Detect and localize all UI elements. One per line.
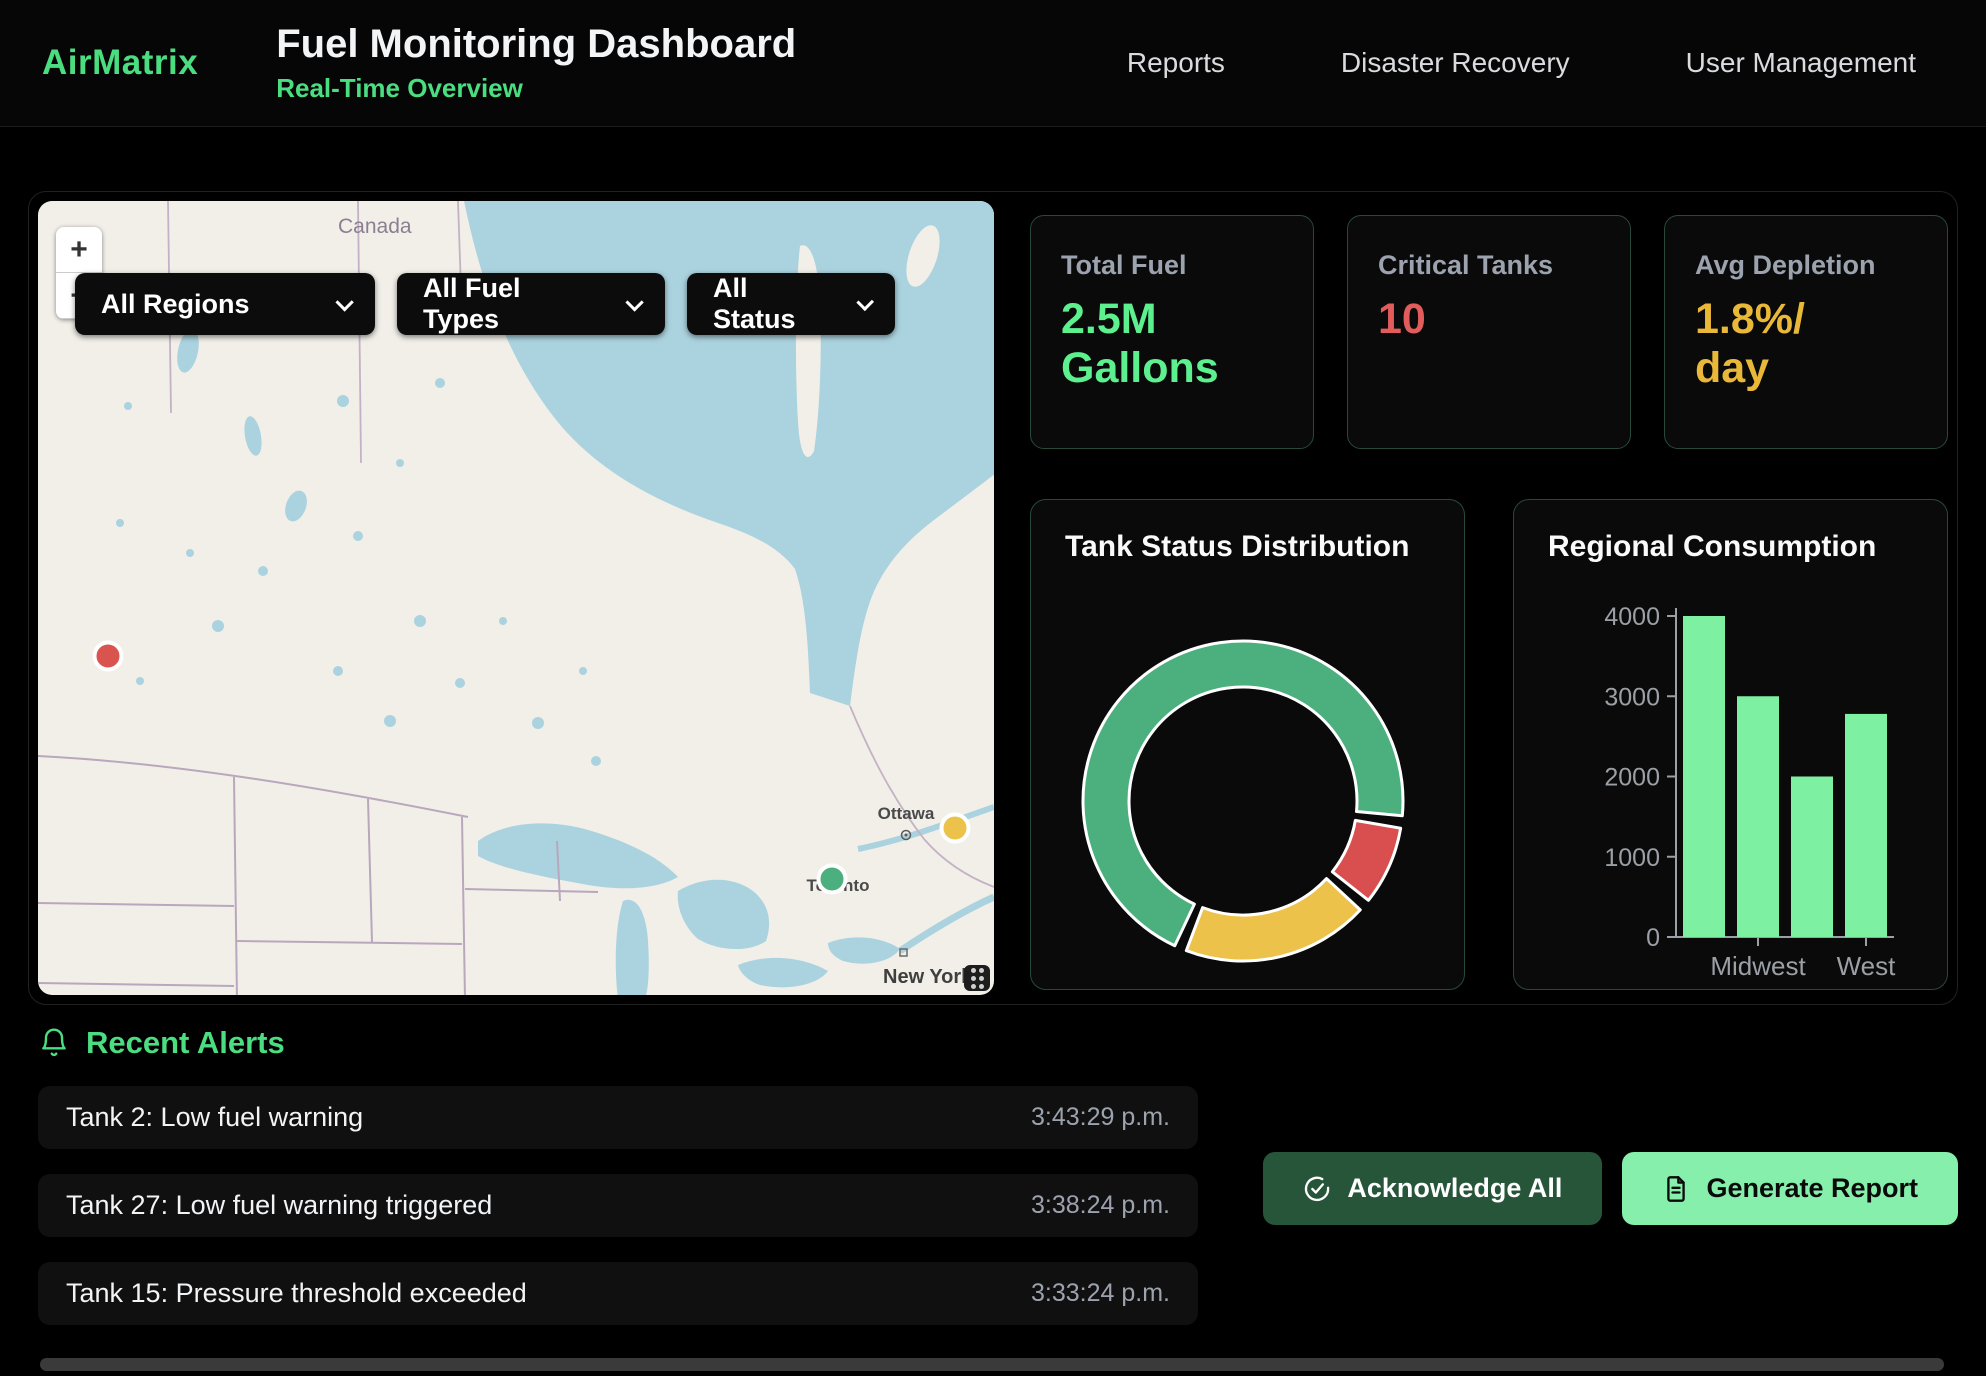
map-label-canada: Canada (338, 215, 412, 238)
chart-title: Tank Status Distribution (1065, 530, 1409, 564)
alert-row[interactable]: Tank 15: Pressure threshold exceeded 3:3… (38, 1262, 1198, 1325)
fuel-map[interactable]: Canada Ottawa Toronto New York + − All R… (38, 201, 994, 995)
filter-status-select[interactable]: All Status (687, 273, 895, 335)
stat-card-critical-tanks: Critical Tanks 10 (1347, 215, 1631, 449)
title-block: Fuel Monitoring Dashboard Real-Time Over… (276, 22, 796, 104)
donut-chart (1031, 500, 1454, 990)
map-filter-bar: All Regions All Fuel Types All Status (75, 273, 895, 335)
chart-title: Regional Consumption (1548, 530, 1876, 564)
nav-item-disaster-recovery[interactable]: Disaster Recovery (1341, 47, 1570, 79)
alert-time: 3:38:24 p.m. (1031, 1191, 1170, 1220)
alert-row[interactable]: Tank 2: Low fuel warning 3:43:29 p.m. (38, 1086, 1198, 1149)
filter-regions-select[interactable]: All Regions (75, 273, 375, 335)
app-header: AirMatrix Fuel Monitoring Dashboard Real… (0, 0, 1986, 127)
tank-marker-normal[interactable] (819, 866, 846, 893)
alerts-title: Recent Alerts (86, 1025, 285, 1061)
charts-row: Tank Status Distribution Regional Consum… (1030, 499, 1948, 990)
zoom-in-button[interactable]: + (56, 227, 102, 273)
chevron-down-icon (335, 293, 353, 311)
stat-value: 1.8%/ day (1695, 295, 1917, 394)
filter-fuel-types-select[interactable]: All Fuel Types (397, 273, 665, 335)
acknowledge-all-label: Acknowledge All (1347, 1173, 1562, 1204)
recent-alerts-section: Recent Alerts Tank 2: Low fuel warning 3… (38, 1025, 1958, 1355)
main-nav: Reports Disaster Recovery User Managemen… (1127, 47, 1944, 79)
document-icon (1662, 1175, 1690, 1203)
svg-text:Midwest: Midwest (1710, 951, 1806, 981)
bar-chart: 0 1000 2000 3000 4000 Midwest West (1514, 500, 1938, 990)
alert-time: 3:33:24 p.m. (1031, 1279, 1170, 1308)
nav-item-reports[interactable]: Reports (1127, 47, 1225, 79)
generate-report-button[interactable]: Generate Report (1622, 1152, 1958, 1225)
stat-card-avg-depletion: Avg Depletion 1.8%/ day (1664, 215, 1948, 449)
svg-text:1000: 1000 (1604, 844, 1660, 872)
stat-value: 2.5M Gallons (1061, 295, 1283, 394)
map-resize-handle[interactable] (964, 965, 990, 991)
alert-text: Tank 2: Low fuel warning (66, 1102, 363, 1133)
alert-text: Tank 15: Pressure threshold exceeded (66, 1278, 527, 1309)
svg-text:0: 0 (1646, 924, 1660, 952)
alert-text: Tank 27: Low fuel warning triggered (66, 1190, 492, 1221)
acknowledge-all-button[interactable]: Acknowledge All (1263, 1152, 1602, 1225)
brand-logo: AirMatrix (42, 43, 198, 83)
generate-report-label: Generate Report (1706, 1173, 1918, 1204)
alert-actions: Acknowledge All Generate Report (1263, 1152, 1958, 1225)
alerts-header: Recent Alerts (38, 1025, 1958, 1061)
metrics-panel: Total Fuel 2.5M Gallons Critical Tanks 1… (1030, 201, 1948, 995)
alert-row[interactable]: Tank 27: Low fuel warning triggered 3:38… (38, 1174, 1198, 1237)
tank-status-card: Tank Status Distribution (1030, 499, 1465, 990)
svg-text:3000: 3000 (1604, 683, 1660, 711)
svg-text:2000: 2000 (1604, 764, 1660, 792)
svg-text:West: West (1837, 951, 1897, 981)
page-title: Fuel Monitoring Dashboard (276, 22, 796, 67)
stat-card-total-fuel: Total Fuel 2.5M Gallons (1030, 215, 1314, 449)
stat-label: Total Fuel (1061, 250, 1283, 281)
tank-marker-critical[interactable] (95, 643, 122, 670)
tank-marker-warning[interactable] (942, 815, 969, 842)
stat-label: Avg Depletion (1695, 250, 1917, 281)
check-circle-icon (1303, 1175, 1331, 1203)
ottawa-town-icon-dot (905, 834, 908, 837)
regional-consumption-card: Regional Consumption 0 1000 2000 3000 4000 Mi… (1513, 499, 1948, 990)
map-label-new-york: New York (883, 966, 973, 988)
map-label-ottawa: Ottawa (878, 804, 935, 823)
stats-row: Total Fuel 2.5M Gallons Critical Tanks 1… (1030, 215, 1948, 449)
chevron-down-icon (856, 293, 874, 311)
chevron-down-icon (626, 293, 644, 311)
bell-icon (38, 1027, 70, 1059)
svg-text:4000: 4000 (1604, 603, 1660, 631)
dashboard-top-section: Canada Ottawa Toronto New York + − All R… (28, 191, 1958, 1005)
alert-time: 3:43:29 p.m. (1031, 1103, 1170, 1132)
filter-regions-label: All Regions (101, 289, 250, 320)
filter-fuel-types-label: All Fuel Types (423, 273, 600, 335)
page-subtitle: Real-Time Overview (276, 73, 796, 104)
stat-label: Critical Tanks (1378, 250, 1600, 281)
stat-value: 10 (1378, 295, 1600, 344)
horizontal-scrollbar[interactable] (40, 1358, 1944, 1371)
filter-status-label: All Status (713, 273, 831, 335)
nav-item-user-management[interactable]: User Management (1686, 47, 1916, 79)
